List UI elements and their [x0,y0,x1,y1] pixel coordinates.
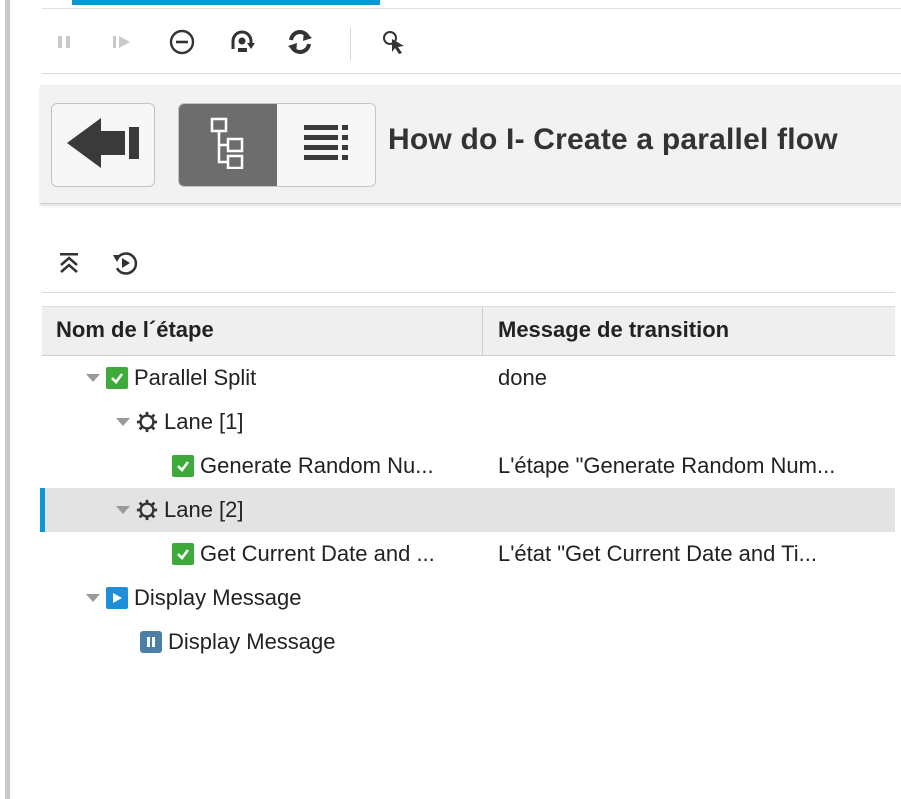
column-divider[interactable] [482,307,483,355]
flow-title: How do I- Create a parallel flow [388,123,838,156]
view-toggle [178,103,376,187]
list-view-button[interactable] [277,104,375,186]
step-name-cell: Lane [2] [116,488,244,532]
replay-button[interactable] [108,248,142,282]
step-name-label: Parallel Split [134,365,257,390]
table-row[interactable]: Parallel Split done [42,356,895,400]
pause-button[interactable] [46,26,82,62]
tree-view-icon [208,117,248,174]
cursor-select-icon [380,28,408,61]
table-row[interactable]: Get Current Date and ... L'état "Get Cur… [42,532,895,576]
transition-message-cell: done [498,365,547,390]
select-button[interactable] [376,26,412,62]
tree-view-button[interactable] [179,104,277,186]
run-toolbar [42,18,901,70]
success-check-icon [172,543,194,565]
cancel-button[interactable] [164,26,200,62]
left-border [5,0,10,799]
table-row[interactable]: Generate Random Nu... L'étape "Generate … [42,444,895,488]
step-name-label: Lane [2] [164,497,244,522]
toolbar-separator [42,73,901,74]
grid-header: Nom de l´étape Message de transition [42,306,895,356]
step-name-cell: Generate Random Nu... [172,444,434,488]
expand-toggle-icon[interactable] [116,418,130,426]
toolbar-divider [350,28,351,60]
cancel-icon [168,28,196,61]
back-arrow-icon [63,114,143,177]
table-row[interactable]: Display Message [42,576,895,620]
step-name-label: Generate Random Nu... [200,453,434,478]
success-check-icon [106,367,128,389]
table-row[interactable]: Lane [1] [42,400,895,444]
list-view-icon [302,123,350,168]
paused-icon [140,631,162,653]
table-row[interactable]: Display Message [42,620,895,664]
running-play-icon [106,587,128,609]
step-grid: Nom de l´étape Message de transition Par… [40,306,895,664]
replay-icon [111,249,139,282]
step-name-label: Get Current Date and ... [200,541,435,566]
step-name-cell: Display Message [86,576,302,620]
back-button[interactable] [51,103,155,187]
column-header-step-name[interactable]: Nom de l´étape [56,307,214,355]
step-name-cell: Lane [1] [116,400,244,444]
selection-indicator [40,488,45,532]
step-name-label: Lane [1] [164,409,244,434]
collapse-all-button[interactable] [52,248,86,282]
transition-message-cell: L'état "Get Current Date and Ti... [498,541,817,566]
success-check-icon [172,455,194,477]
reassign-button[interactable] [224,26,260,62]
expand-toggle-icon[interactable] [86,374,100,382]
tools-separator [42,292,895,293]
top-separator [42,8,901,9]
resume-button[interactable] [104,26,140,62]
flow-header: How do I- Create a parallel flow [40,85,901,204]
step-name-cell: Display Message [140,620,336,664]
column-header-transition-message[interactable]: Message de transition [498,307,729,355]
refresh-icon [286,28,314,61]
expand-toggle-icon[interactable] [86,594,100,602]
step-name-label: Display Message [134,585,302,610]
pause-icon [54,32,74,57]
step-name-cell: Parallel Split [86,356,256,400]
step-name-cell: Get Current Date and ... [172,532,435,576]
gear-icon [136,411,158,433]
gear-icon [136,499,158,521]
active-tab-indicator [72,0,380,5]
resume-icon [111,32,133,57]
refresh-button[interactable] [282,26,318,62]
transition-message-cell: L'étape "Generate Random Num... [498,453,836,478]
tree-tools [52,248,172,284]
reassign-icon [227,27,257,62]
table-row-selected[interactable]: Lane [2] [40,488,895,532]
expand-toggle-icon[interactable] [116,506,130,514]
step-name-label: Display Message [168,629,336,654]
collapse-all-icon [58,251,80,280]
